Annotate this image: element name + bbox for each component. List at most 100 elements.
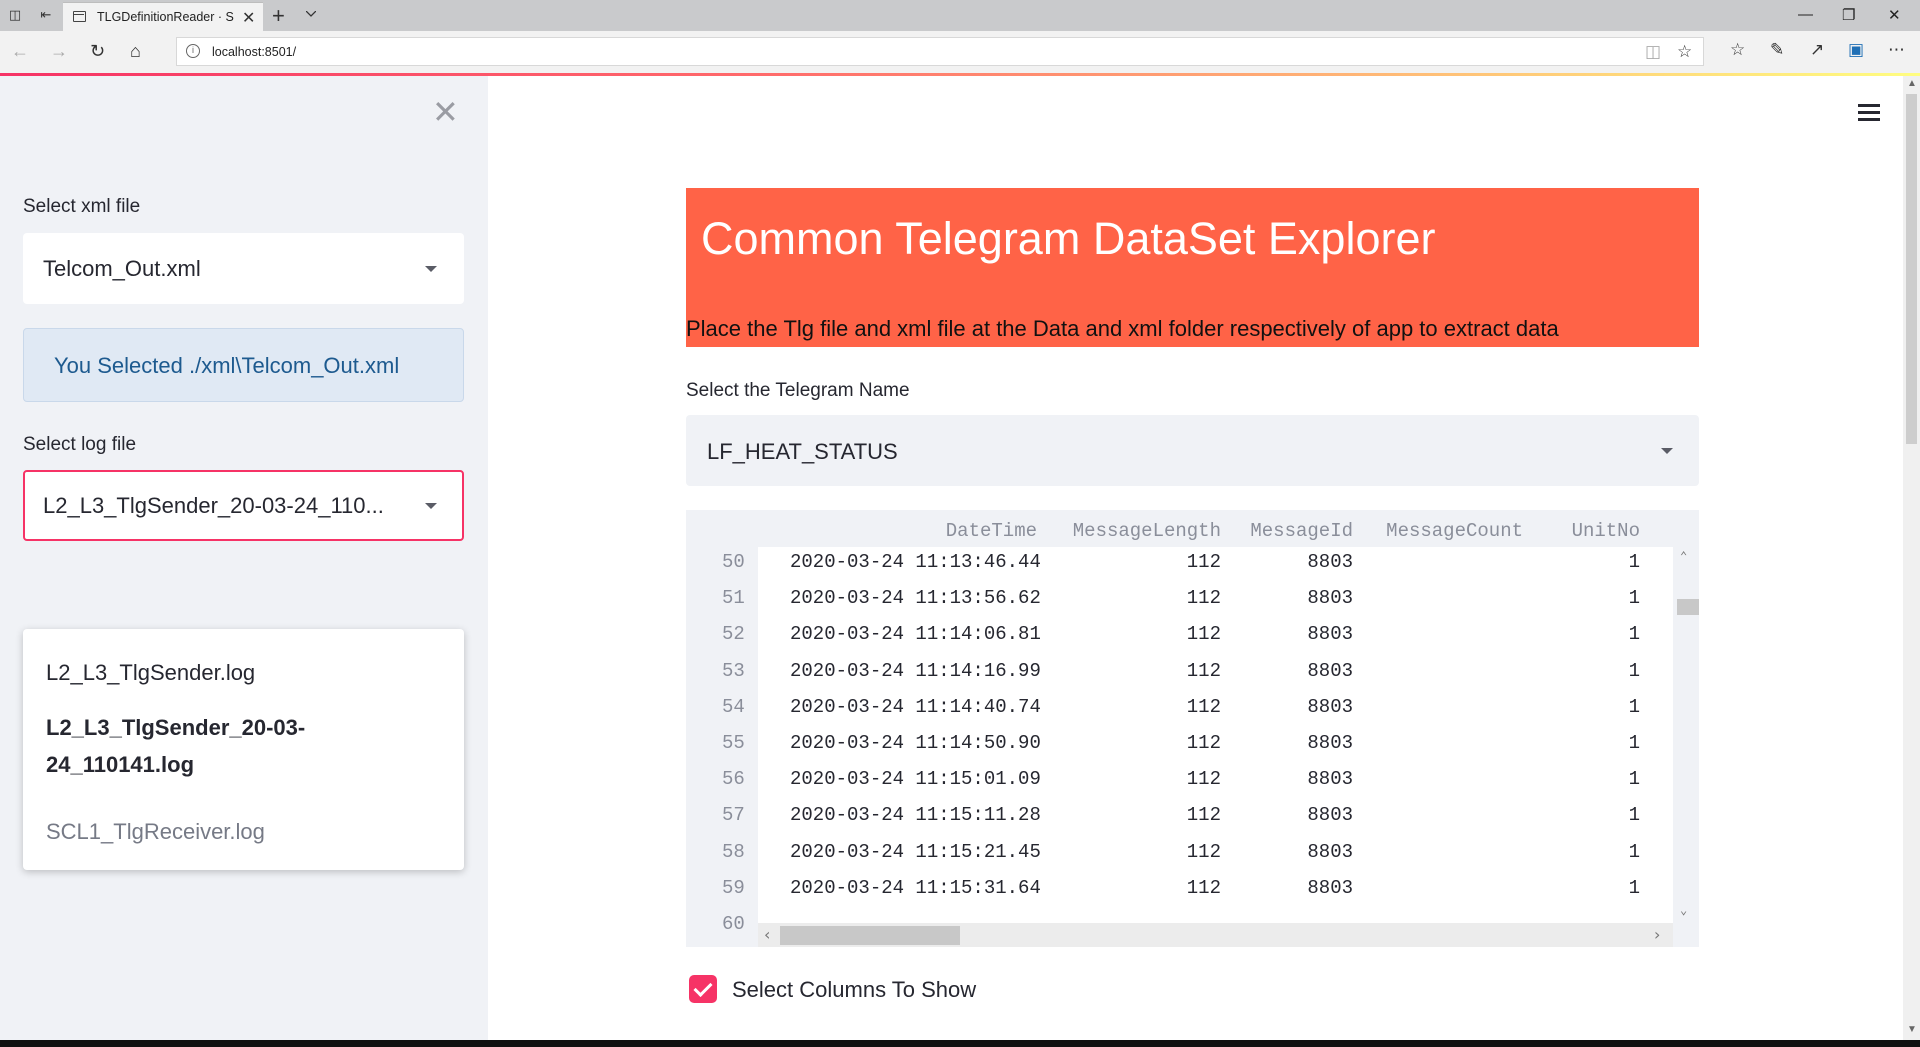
more-menu-icon[interactable]: ⋯ bbox=[1888, 40, 1905, 60]
hamburger-menu-icon[interactable] bbox=[1858, 104, 1880, 122]
page-subtitle: Place the Tlg file and xml file at the D… bbox=[686, 316, 1559, 341]
reading-view-icon[interactable]: ◫ bbox=[1645, 42, 1661, 62]
dropdown-option-highlighted[interactable]: L2_L3_TlgSender_20-03-24_110141.log bbox=[46, 709, 436, 783]
table-horizontal-scrollbar[interactable]: ‹ › bbox=[758, 923, 1673, 947]
scrollbar-thumb[interactable] bbox=[1677, 599, 1699, 615]
select-columns-checkbox[interactable] bbox=[689, 975, 717, 1003]
tab-list-chevron-icon[interactable] bbox=[306, 11, 316, 17]
table-cell-messagelength: 112 bbox=[1186, 623, 1221, 646]
telegram-select[interactable]: LF_HEAT_STATUS bbox=[686, 415, 1699, 486]
table-cell-messageid: 8803 bbox=[1307, 695, 1353, 718]
telegram-select-label: Select the Telegram Name bbox=[686, 380, 910, 401]
restore-icon[interactable]: ❐ bbox=[1842, 6, 1855, 24]
favorites-list-icon[interactable]: ☆ bbox=[1730, 40, 1745, 60]
table-cell-messagelength: 112 bbox=[1186, 551, 1221, 573]
dropdown-option[interactable]: L2_L3_TlgSender.log bbox=[46, 660, 255, 686]
tab-close-icon[interactable]: ✕ bbox=[242, 8, 255, 28]
log-select-label: Select log file bbox=[23, 434, 137, 455]
back-arrow-icon[interactable]: ← bbox=[11, 41, 29, 62]
star-icon[interactable]: ☆ bbox=[1677, 42, 1692, 62]
table-cell-unitno: 1 bbox=[1628, 732, 1640, 754]
page-scrollbar[interactable]: ▲ ▼ bbox=[1903, 76, 1920, 1040]
extension-icon[interactable]: ▣ bbox=[1848, 40, 1864, 60]
log-file-select[interactable]: L2_L3_TlgSender_20-03-24_110... bbox=[23, 470, 464, 541]
tab-actions-icon[interactable]: ◫ bbox=[7, 8, 23, 22]
table-cell-datetime: 2020-03-24 11:15:11.28 bbox=[790, 804, 1041, 827]
minimize-icon[interactable]: — bbox=[1798, 6, 1813, 23]
table-cell-datetime: 2020-03-24 11:14:16.99 bbox=[790, 659, 1041, 682]
select-columns-label[interactable]: Select Columns To Show bbox=[732, 977, 976, 1003]
table-cell-unitno: 1 bbox=[1628, 623, 1640, 646]
column-header[interactable]: UnitNo bbox=[1572, 520, 1640, 542]
row-index: 55 bbox=[722, 732, 745, 754]
table-cell-messageid: 8803 bbox=[1307, 768, 1353, 791]
scroll-down-icon[interactable]: ▼ bbox=[1907, 1024, 1917, 1035]
table-row: 57 2020-03-24 11:15:11.28 112 8803 1 bbox=[686, 804, 1699, 840]
url-text: localhost:8501/ bbox=[212, 45, 297, 59]
table-cell-unitno: 1 bbox=[1628, 695, 1640, 718]
window-close-icon[interactable]: ✕ bbox=[1888, 6, 1901, 24]
share-icon[interactable]: ↗ bbox=[1810, 40, 1824, 60]
scrollbar-thumb[interactable] bbox=[1906, 94, 1917, 444]
column-header[interactable]: MessageLength bbox=[1073, 520, 1221, 542]
selection-info-alert: You Selected ./xml\Telcom_Out.xml bbox=[23, 328, 464, 402]
table-row: 52 2020-03-24 11:14:06.81 112 8803 1 bbox=[686, 623, 1699, 659]
selection-info-text: You Selected ./xml\Telcom_Out.xml bbox=[54, 353, 400, 378]
home-icon[interactable]: ⌂ bbox=[130, 41, 141, 62]
browser-tab[interactable]: TLGDefinitionReader · S ✕ bbox=[63, 2, 263, 31]
row-index: 59 bbox=[722, 876, 745, 899]
table-cell-datetime: 2020-03-24 11:14:06.81 bbox=[790, 623, 1041, 646]
scroll-up-icon[interactable]: ⌃ bbox=[1680, 549, 1687, 564]
forward-arrow-icon[interactable]: → bbox=[50, 41, 68, 62]
row-index: 50 bbox=[722, 551, 745, 573]
table-cell-datetime: 2020-03-24 11:14:50.90 bbox=[790, 732, 1041, 754]
table-cell-messagelength: 112 bbox=[1186, 587, 1221, 610]
column-header[interactable]: DateTime bbox=[946, 520, 1037, 542]
pen-icon[interactable]: ✎ bbox=[1770, 40, 1784, 60]
table-cell-datetime: 2020-03-24 11:14:40.74 bbox=[790, 695, 1041, 718]
refresh-icon[interactable]: ↻ bbox=[90, 41, 105, 62]
table-cell-datetime: 2020-03-24 11:13:46.44 bbox=[790, 551, 1041, 573]
set-aside-tabs-icon[interactable]: ⇤ bbox=[38, 8, 54, 22]
os-taskbar bbox=[0, 1040, 1920, 1047]
dropdown-option[interactable]: SCL1_TlgReceiver.log bbox=[46, 819, 265, 845]
scroll-up-icon[interactable]: ▲ bbox=[1907, 78, 1917, 89]
table-cell-messageid: 8803 bbox=[1307, 551, 1353, 573]
table-cell-messageid: 8803 bbox=[1307, 876, 1353, 899]
table-cell-unitno: 1 bbox=[1628, 768, 1640, 791]
table-vertical-scrollbar[interactable]: ⌃ ⌄ bbox=[1673, 547, 1699, 923]
table-cell-messagelength: 112 bbox=[1186, 876, 1221, 899]
log-file-dropdown: L2_L3_TlgSender.log L2_L3_TlgSender_20-0… bbox=[23, 629, 464, 870]
site-info-icon[interactable]: i bbox=[186, 44, 200, 58]
log-file-value: L2_L3_TlgSender_20-03-24_110... bbox=[43, 493, 384, 518]
table-row: 55 2020-03-24 11:14:50.90 112 8803 1 bbox=[686, 732, 1699, 768]
telegram-value: LF_HEAT_STATUS bbox=[707, 439, 898, 464]
table-cell-messageid: 8803 bbox=[1307, 840, 1353, 863]
sidebar-close-icon[interactable]: ✕ bbox=[432, 96, 459, 128]
table-row: 59 2020-03-24 11:15:31.64 112 8803 1 bbox=[686, 877, 1699, 913]
scroll-right-icon[interactable]: › bbox=[1654, 925, 1660, 944]
table-cell-messageid: 8803 bbox=[1307, 587, 1353, 610]
table-row: 53 2020-03-24 11:14:16.99 112 8803 1 bbox=[686, 660, 1699, 696]
table-cell-unitno: 1 bbox=[1628, 876, 1640, 899]
tab-title: TLGDefinitionReader · S bbox=[97, 10, 234, 24]
table-row: 51 2020-03-24 11:13:56.62 112 8803 1 bbox=[686, 587, 1699, 623]
table-cell-unitno: 1 bbox=[1628, 840, 1640, 863]
scroll-left-icon[interactable]: ‹ bbox=[764, 925, 770, 944]
xml-file-select[interactable]: Telcom_Out.xml bbox=[23, 233, 464, 304]
column-header[interactable]: MessageId bbox=[1250, 520, 1353, 542]
table-cell-datetime: 2020-03-24 11:15:01.09 bbox=[790, 768, 1041, 791]
new-tab-button[interactable]: + bbox=[272, 3, 285, 29]
scroll-down-icon[interactable]: ⌄ bbox=[1680, 903, 1687, 918]
chevron-down-icon bbox=[1661, 448, 1673, 454]
column-header[interactable]: MessageCount bbox=[1386, 520, 1523, 542]
table-cell-datetime: 2020-03-24 11:15:31.64 bbox=[790, 876, 1041, 899]
scrollbar-thumb[interactable] bbox=[780, 926, 960, 945]
table-cell-datetime: 2020-03-24 11:13:56.62 bbox=[790, 587, 1041, 610]
xml-file-value: Telcom_Out.xml bbox=[43, 256, 201, 281]
url-field[interactable]: i localhost:8501/ ◫ ☆ bbox=[176, 37, 1704, 66]
table-cell-messageid: 8803 bbox=[1307, 804, 1353, 827]
row-index: 57 bbox=[722, 804, 745, 827]
chevron-down-icon bbox=[425, 503, 437, 509]
header-banner: Common Telegram DataSet Explorer Place t… bbox=[686, 188, 1699, 347]
